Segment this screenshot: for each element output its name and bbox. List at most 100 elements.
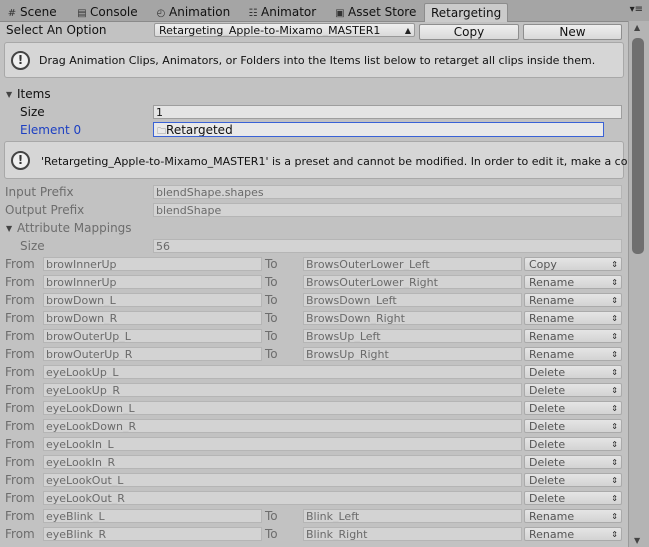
items-foldout-label[interactable]: Items <box>17 87 51 101</box>
copy-button[interactable]: Copy <box>419 24 519 40</box>
dropdown-arrow-icon: ⇕ <box>611 512 618 521</box>
action-dropdown-value: Rename <box>529 330 575 343</box>
action-dropdown: Delete ⇕ <box>524 401 622 415</box>
attribute-mappings-label[interactable]: Attribute Mappings <box>17 221 132 235</box>
preset-dropdown[interactable]: Retargeting_Apple-to-Mixamo_MASTER1 ▲ <box>154 23 415 37</box>
element-0-object-field[interactable]: 🗀Retargeted <box>153 122 604 137</box>
from-field: eyeBlink_L <box>43 509 262 523</box>
tab-label: Console <box>90 5 138 19</box>
tab-animator[interactable]: ☷ Animator <box>247 3 317 21</box>
scroll-down-arrow-icon[interactable]: ▼ <box>634 536 640 545</box>
to-field: BrowsUp_Right <box>303 347 522 361</box>
tab-menu-icon[interactable]: ▾≡ <box>630 4 643 15</box>
from-label: From <box>5 275 35 289</box>
action-dropdown: Rename ⇕ <box>524 329 622 343</box>
action-dropdown-value: Delete <box>529 474 566 487</box>
from-field: browOuterUp_L <box>43 329 262 343</box>
vertical-scrollbar[interactable]: ▲ ▼ <box>628 21 649 547</box>
preset-help-text: 'Retargeting_Apple-to-Mixamo_MASTER1' is… <box>41 155 628 168</box>
from-label: From <box>5 509 35 523</box>
from-label: From <box>5 455 35 469</box>
from-label: From <box>5 257 35 271</box>
from-label: From <box>5 419 35 433</box>
dropdown-arrow-icon: ⇕ <box>611 368 618 377</box>
to-label: To <box>265 527 278 541</box>
from-field: browDown_R <box>43 311 262 325</box>
action-dropdown-value: Rename <box>529 510 575 523</box>
action-dropdown-value: Rename <box>529 348 575 361</box>
new-button[interactable]: New <box>523 24 622 40</box>
tab-label: Animator <box>261 5 317 19</box>
action-dropdown: Rename ⇕ <box>524 527 622 541</box>
dropdown-arrow-icon: ⇕ <box>611 530 618 539</box>
action-dropdown: Delete ⇕ <box>524 473 622 487</box>
dropdown-arrow-icon: ⇕ <box>611 440 618 449</box>
action-dropdown: Rename ⇕ <box>524 275 622 289</box>
to-field: BrowsDown_Right <box>303 311 522 325</box>
input-prefix-label: Input Prefix <box>5 185 74 199</box>
tab-asset-store[interactable]: ▣ Asset Store <box>334 3 416 21</box>
drag-help-box: ! Drag Animation Clips, Animators, or Fo… <box>4 42 624 78</box>
from-label: From <box>5 365 35 379</box>
to-field: BrowsOuterLower_Right <box>303 275 522 289</box>
action-dropdown: Delete ⇕ <box>524 365 622 379</box>
dropdown-arrow-icon: ⇕ <box>611 314 618 323</box>
items-foldout-arrow-icon[interactable]: ▼ <box>6 90 12 99</box>
from-label: From <box>5 527 35 541</box>
from-label: From <box>5 347 35 361</box>
action-dropdown-value: Delete <box>529 420 566 433</box>
action-dropdown: Delete ⇕ <box>524 437 622 451</box>
info-icon: ! <box>11 151 30 170</box>
action-dropdown: Delete ⇕ <box>524 491 622 505</box>
tab-label: Animation <box>169 5 231 19</box>
element-0-label: Element 0 <box>20 123 82 137</box>
from-label: From <box>5 383 35 397</box>
attribute-mappings-foldout-arrow-icon[interactable]: ▼ <box>6 224 12 233</box>
action-dropdown-value: Delete <box>529 384 566 397</box>
from-label: From <box>5 491 35 505</box>
action-dropdown: Rename ⇕ <box>524 293 622 307</box>
tab-retargeting[interactable]: Retargeting <box>424 3 509 22</box>
to-field: BrowsOuterLower_Left <box>303 257 522 271</box>
items-size-field[interactable]: 1 <box>153 105 622 119</box>
from-field: browOuterUp_R <box>43 347 262 361</box>
tab-scene[interactable]: # Scene <box>6 3 57 21</box>
mappings-size-field: 56 <box>153 239 622 253</box>
tab-bar: # Scene ▤ Console ◴ Animation ☷ Animator ▣ As… <box>0 0 649 22</box>
from-label: From <box>5 329 35 343</box>
from-label: From <box>5 401 35 415</box>
to-label: To <box>265 311 278 325</box>
action-dropdown-value: Rename <box>529 528 575 541</box>
action-dropdown-value: Delete <box>529 366 566 379</box>
from-field: eyeLookDown_L <box>43 401 522 415</box>
action-dropdown-value: Delete <box>529 456 566 469</box>
element-0-value: Retargeted <box>166 123 233 137</box>
from-field: eyeLookUp_L <box>43 365 522 379</box>
to-field: Blink_Left <box>303 509 522 523</box>
dropdown-arrow-icon: ⇕ <box>611 458 618 467</box>
scroll-up-arrow-icon[interactable]: ▲ <box>634 23 640 32</box>
retargeting-panel: Select An Option Retargeting_Apple-to-Mi… <box>0 21 628 547</box>
dropdown-arrow-icon: ⇕ <box>611 494 618 503</box>
tab-console[interactable]: ▤ Console <box>76 3 138 21</box>
mappings-size-label: Size <box>20 239 45 253</box>
from-field: eyeBlink_R <box>43 527 262 541</box>
input-prefix-field: blendShape.shapes <box>153 185 622 199</box>
action-dropdown: Delete ⇕ <box>524 455 622 469</box>
to-label: To <box>265 329 278 343</box>
action-dropdown-value: Rename <box>529 276 575 289</box>
tab-label: Retargeting <box>431 6 502 20</box>
to-label: To <box>265 257 278 271</box>
action-dropdown: Delete ⇕ <box>524 383 622 397</box>
dropdown-arrow-icon: ⇕ <box>611 476 618 485</box>
info-icon: ! <box>11 51 30 70</box>
from-field: eyeLookIn_L <box>43 437 522 451</box>
action-dropdown: Rename ⇕ <box>524 311 622 325</box>
from-field: eyeLookIn_R <box>43 455 522 469</box>
output-prefix-label: Output Prefix <box>5 203 85 217</box>
from-field: browInnerUp <box>43 257 262 271</box>
scrollbar-thumb[interactable] <box>632 38 644 254</box>
from-field: browDown_L <box>43 293 262 307</box>
from-field: eyeLookDown_R <box>43 419 522 433</box>
tab-animation[interactable]: ◴ Animation <box>155 3 231 21</box>
